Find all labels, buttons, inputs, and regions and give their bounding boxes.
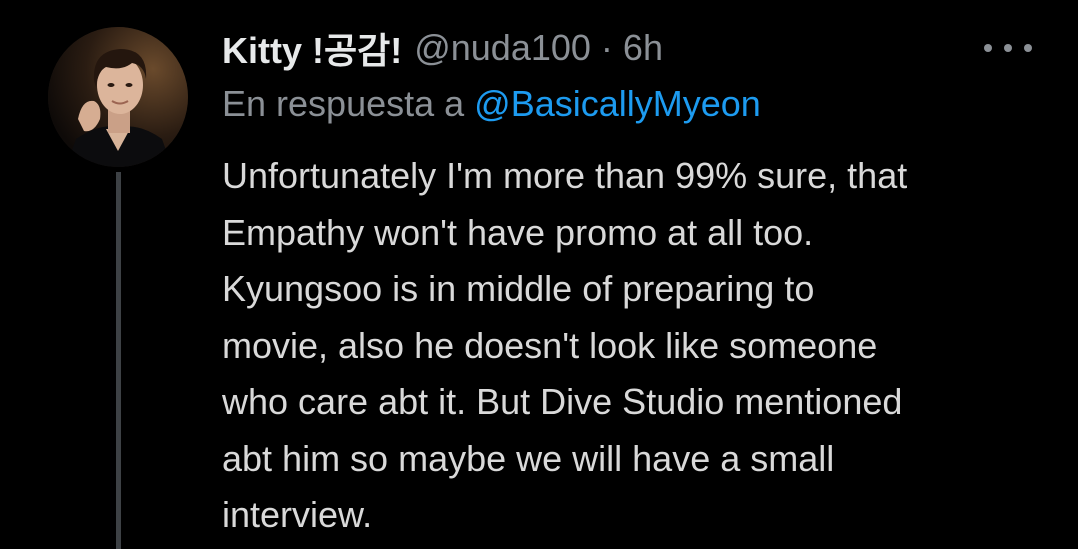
tweet-text-line: abt him so maybe we will have a small [222,437,835,479]
tweet-text-line: Kyungsoo is in middle of preparing to [222,268,815,309]
reply-mention-link[interactable]: @BasicallyMyeon [474,83,761,124]
thread-line [116,172,121,549]
tweet-text: Unfortunately I'm more than 99% sure, th… [222,148,1052,544]
reply-prefix: En respuesta a [222,83,465,124]
user-handle[interactable]: @nuda100 [414,27,591,69]
display-name[interactable]: Kitty !공감! [222,22,402,74]
more-horizontal-icon-dot [1024,44,1032,52]
more-options-button[interactable] [984,34,1032,62]
more-horizontal-icon-dot [1004,44,1012,52]
timestamp[interactable]: 6h [623,27,663,69]
avatar[interactable] [48,27,188,167]
tweet-text-line: Empathy won't have promo at all too. [222,211,814,253]
reply-context: En respuesta a @BasicallyMyeon [222,83,761,125]
tweet-text-line: interview. [222,494,373,535]
tweet[interactable]: Kitty !공감! @nuda100 · 6h En respuesta a … [0,0,1078,549]
separator-dot: · [600,27,613,68]
tweet-text-line: Unfortunately I'm more than 99% sure, th… [222,155,908,196]
avatar-photo [48,27,188,167]
tweet-text-line: movie, also he doesn't look like someone [222,324,878,366]
tweet-header: Kitty !공감! @nuda100 · 6h [222,20,663,76]
more-horizontal-icon [984,44,992,52]
tweet-text-line: who care abt it. But Dive Studio mention… [222,381,903,422]
